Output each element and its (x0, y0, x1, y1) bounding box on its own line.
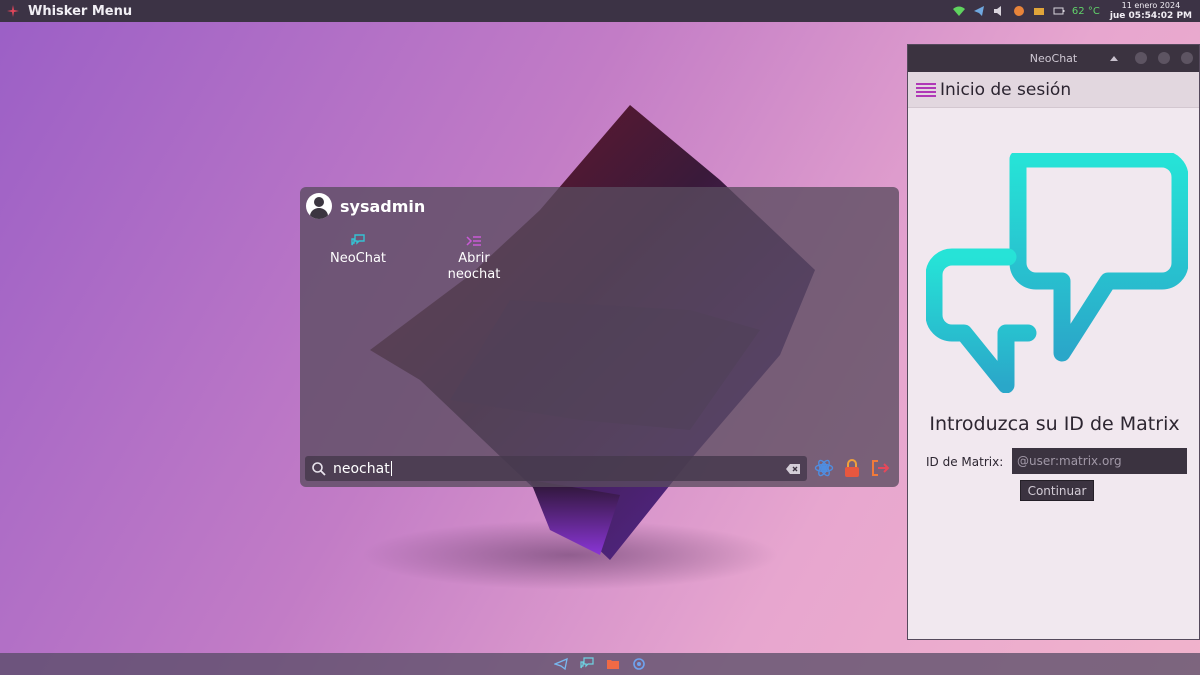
shade-icon[interactable] (1110, 55, 1118, 61)
result-label: Abrir neochat (447, 251, 501, 282)
search-box[interactable]: neochat (305, 456, 807, 481)
bottom-dock (0, 653, 1200, 675)
result-label: NeoChat (329, 251, 387, 266)
clock-time: jue 05:54:02 PM (1109, 11, 1192, 21)
neochat-logo-icon (926, 153, 1188, 393)
continue-button[interactable]: Continuar (1020, 480, 1094, 501)
matrix-id-input[interactable] (1012, 448, 1187, 474)
lock-icon[interactable] (841, 457, 863, 479)
cpu-temperature: 62 °C (1071, 5, 1100, 17)
session-actions (813, 457, 891, 479)
result-open-neochat[interactable]: Abrir neochat (434, 233, 514, 283)
window-controls (1110, 52, 1193, 64)
battery-icon[interactable] (1052, 4, 1066, 18)
maximize-button[interactable] (1158, 52, 1170, 64)
system-tray: 62 °C 11 enero 2024 jue 05:54:02 PM (952, 0, 1194, 22)
clear-search-icon[interactable] (785, 463, 801, 475)
terminal-action-icon (434, 233, 514, 249)
text-caret (390, 461, 392, 476)
username: sysadmin (340, 196, 426, 216)
telegram-icon[interactable] (554, 657, 568, 671)
top-panel: Whisker Menu 62 °C 11 enero 2024 jue 05:… (0, 0, 1200, 22)
debian-icon[interactable] (632, 657, 646, 671)
update-icon[interactable] (1012, 4, 1026, 18)
window-titlebar[interactable]: NeoChat (908, 45, 1199, 72)
package-icon[interactable] (1032, 4, 1046, 18)
user-header: sysadmin (306, 193, 425, 219)
clock[interactable]: 11 enero 2024 jue 05:54:02 PM (1110, 1, 1192, 21)
logout-icon[interactable] (869, 457, 891, 479)
minimize-button[interactable] (1135, 52, 1147, 64)
search-input[interactable]: neochat (333, 461, 785, 477)
search-icon (312, 461, 326, 476)
files-icon[interactable] (606, 657, 620, 671)
menu-title[interactable]: Whisker Menu (28, 4, 132, 19)
login-heading: Introduzca su ID de Matrix (929, 413, 1180, 435)
window-title: NeoChat (1029, 52, 1078, 65)
wifi-icon[interactable] (952, 4, 966, 18)
neochat-icon (318, 233, 398, 249)
search-input-value: neochat (333, 460, 390, 477)
neochat-icon[interactable] (580, 657, 594, 671)
page-title: Inicio de sesión (940, 79, 1072, 100)
whisker-menu-icon[interactable] (6, 4, 20, 18)
matrix-id-label: ID de Matrix: (926, 455, 1004, 469)
volume-icon[interactable] (992, 4, 1006, 18)
hamburger-menu-icon[interactable] (916, 81, 936, 99)
page-header: Inicio de sesión (908, 72, 1199, 108)
search-results: NeoChat Abrir neochat (318, 233, 514, 283)
user-avatar[interactable] (306, 193, 332, 219)
neochat-window: NeoChat Inicio de sesión Introduzca su I… (907, 44, 1200, 640)
close-button[interactable] (1181, 52, 1193, 64)
clock-date: 11 enero 2024 (1121, 1, 1181, 10)
result-neochat[interactable]: NeoChat (318, 233, 398, 283)
whisker-menu-panel: sysadmin NeoChat Abrir neochat neochat (300, 187, 899, 487)
settings-icon[interactable] (813, 457, 835, 479)
telegram-tray-icon[interactable] (972, 4, 986, 18)
